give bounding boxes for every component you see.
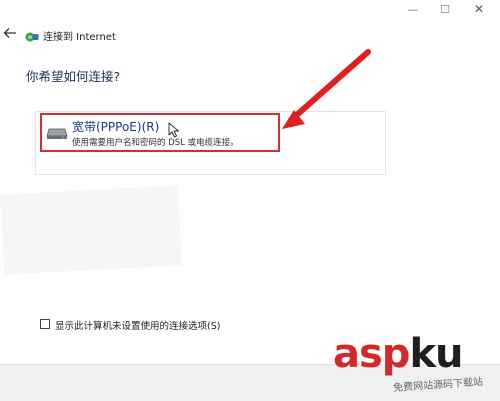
watermark-brand-part1: asp xyxy=(333,331,410,377)
blurred-overlay xyxy=(0,185,182,275)
watermark-logo: aspku xyxy=(333,331,464,377)
show-unconfigured-options-checkbox[interactable] xyxy=(40,319,50,329)
checkbox-label: 显示此计算机未设置使用的连接选项(S) xyxy=(55,321,221,332)
watermark-brand-part2: ku xyxy=(409,331,463,377)
